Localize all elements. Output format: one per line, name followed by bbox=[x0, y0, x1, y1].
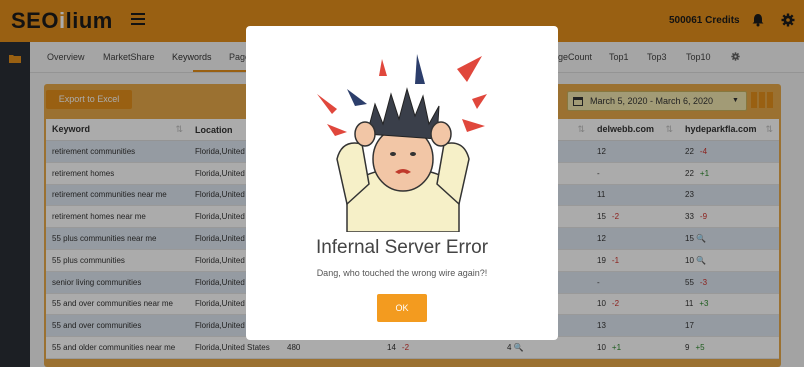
modal-title: Infernal Server Error bbox=[315, 237, 489, 258]
error-modal: Infernal Server Error Dang, who touched … bbox=[246, 26, 558, 340]
ok-button[interactable]: OK bbox=[377, 294, 427, 322]
modal-message: Dang, who touched the wrong wire again?! bbox=[316, 268, 488, 278]
frustrated-person-illustration bbox=[317, 54, 487, 232]
